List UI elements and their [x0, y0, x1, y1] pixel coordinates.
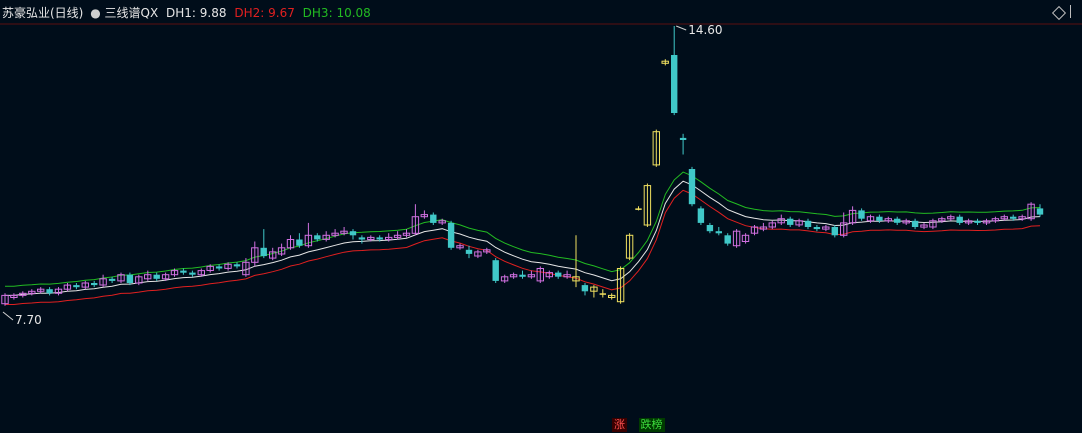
- candle-body: [876, 216, 883, 221]
- candle-body: [430, 214, 437, 223]
- candle-body: [492, 260, 499, 281]
- candle-body: [804, 220, 812, 227]
- candle-body: [126, 274, 134, 283]
- candle-body: [599, 293, 606, 295]
- tag-down-rank[interactable]: 跌榜: [638, 418, 665, 432]
- candle-body: [189, 272, 196, 275]
- candle-body: [911, 220, 919, 227]
- candle-body: [180, 270, 187, 273]
- candle-body: [555, 272, 562, 277]
- low-label: 7.70: [15, 313, 42, 327]
- candle-body: [706, 225, 714, 232]
- candle-body: [233, 264, 241, 267]
- candle-body: [465, 249, 473, 254]
- candle-body: [671, 55, 678, 113]
- candle-body: [73, 285, 80, 288]
- candle-body: [46, 289, 53, 294]
- candle-body: [787, 218, 794, 225]
- candle-body: [635, 208, 642, 210]
- candle-body: [581, 285, 589, 292]
- candle-body: [260, 247, 267, 257]
- candle-body: [858, 210, 865, 219]
- candle-body: [376, 237, 383, 240]
- dh3-line: [5, 171, 1041, 287]
- tag-up[interactable]: 涨: [612, 418, 627, 432]
- dh1-value: 9.88: [199, 6, 227, 20]
- high-marker: [675, 25, 687, 31]
- chart-header: 苏豪弘业(日线) ● 三线谱QX DH1: 9.88 DH2: 9.67 DH3…: [2, 4, 371, 22]
- candle-body: [296, 239, 303, 246]
- dh2-value: 9.67: [268, 6, 295, 20]
- bottom-tags: 涨 跌榜: [612, 418, 673, 432]
- candle-body: [314, 235, 321, 240]
- candle-body: [447, 222, 455, 248]
- candle-body: [688, 169, 696, 205]
- candle-body: [215, 266, 223, 269]
- candle-body: [679, 137, 687, 140]
- candle-body: [358, 237, 366, 240]
- low-marker: [2, 311, 14, 321]
- dh2-label: DH2:: [234, 6, 265, 20]
- candle-body: [1010, 216, 1017, 219]
- candle-body: [519, 274, 526, 277]
- candle-body: [974, 220, 981, 223]
- candle-body: [108, 278, 116, 281]
- candle-body: [697, 208, 705, 223]
- candlestick-chart[interactable]: 14.60 7.70: [0, 0, 1082, 433]
- candle-body: [91, 283, 98, 286]
- dh2-line: [5, 189, 1041, 305]
- dh3-value: 10.08: [336, 6, 371, 20]
- indicator-icon[interactable]: ●: [90, 4, 100, 22]
- candle-body: [894, 218, 901, 223]
- candle-body: [1036, 208, 1044, 215]
- dh3-label: DH3:: [302, 6, 333, 20]
- panel-edge-icon: [1070, 5, 1080, 18]
- candle-body: [724, 235, 731, 244]
- indicator-name[interactable]: 三线谱QX: [105, 4, 159, 22]
- stock-name[interactable]: 苏豪弘业(日线): [2, 4, 83, 22]
- candle-body: [153, 274, 160, 279]
- candle-body: [349, 231, 357, 236]
- candle-body: [956, 216, 963, 223]
- candle-body: [813, 227, 821, 230]
- candle-body: [831, 227, 838, 236]
- dh1-label: DH1:: [166, 6, 196, 20]
- high-label: 14.60: [688, 23, 722, 37]
- candle-body: [715, 231, 722, 234]
